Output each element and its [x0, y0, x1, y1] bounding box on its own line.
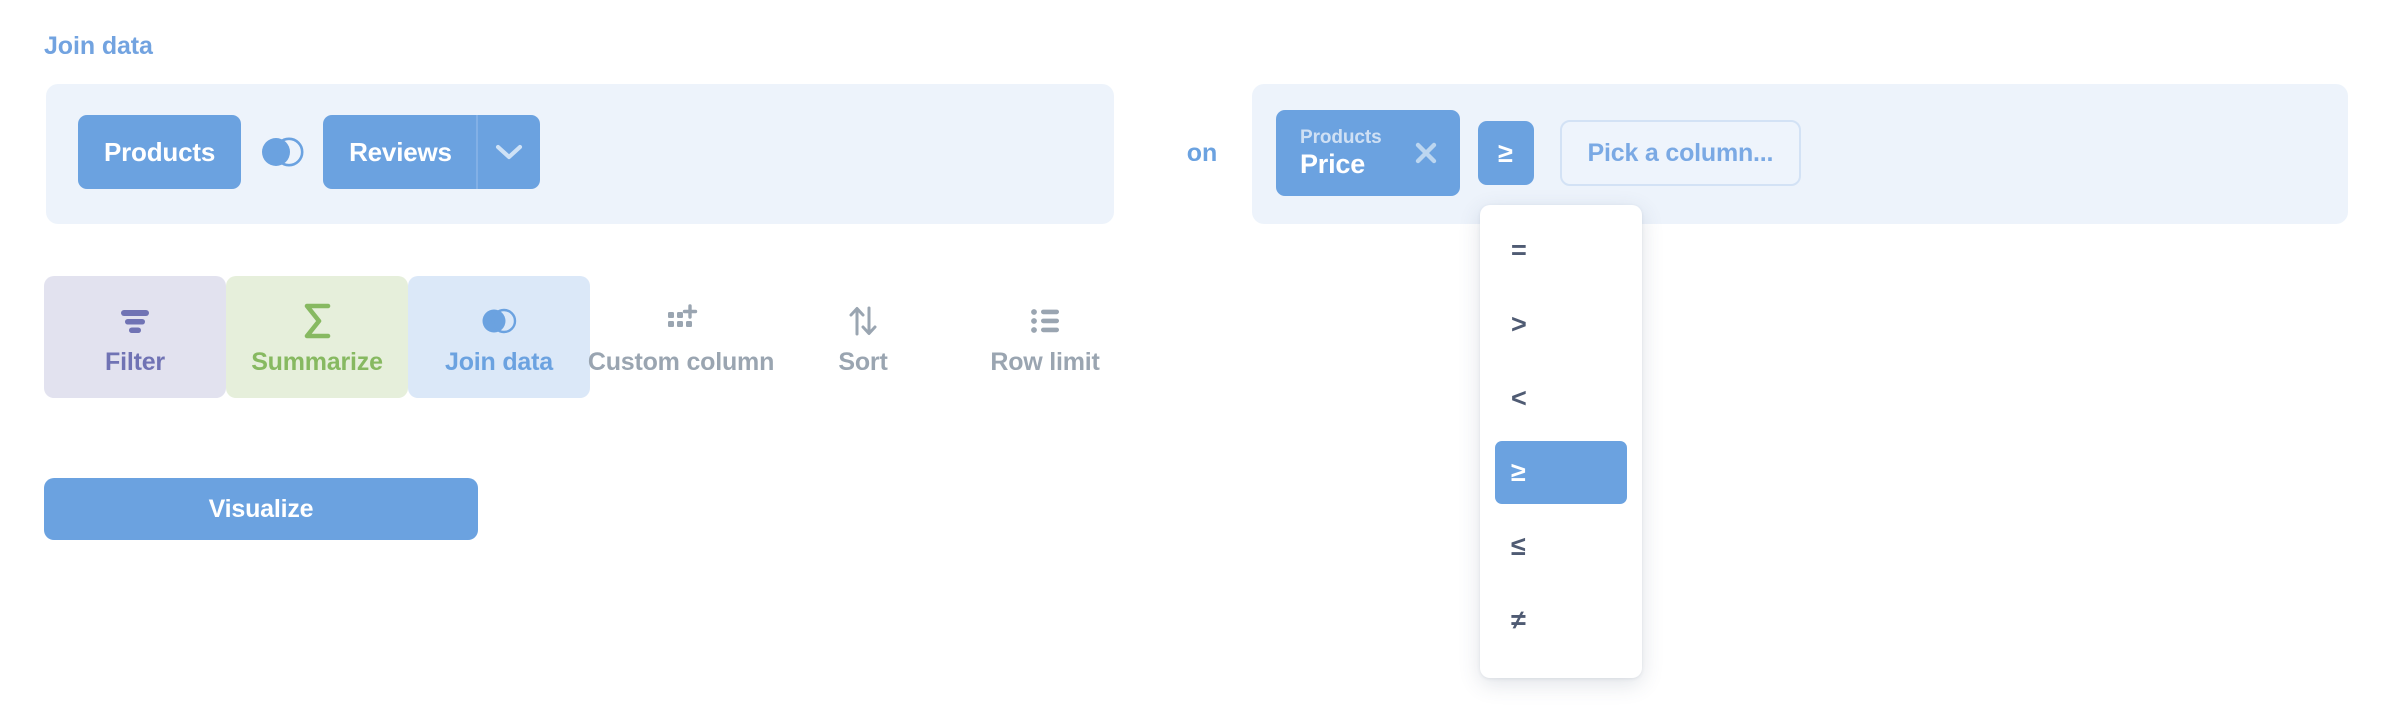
venn-left-join-icon[interactable]	[258, 132, 306, 172]
join-condition-row: Products Price ≥ Pick a column...	[1276, 110, 1802, 196]
list-icon	[1024, 298, 1066, 344]
query-builder-panel: Join data Products Reviews on Products P…	[0, 0, 2388, 726]
join-right-table-split-button[interactable]: Reviews	[323, 115, 540, 189]
operator-menu-item-less-than-or-equal[interactable]: ≤	[1495, 515, 1627, 578]
action-sort-button[interactable]: Sort	[772, 276, 954, 398]
action-sort-label: Sort	[838, 347, 888, 376]
sigma-icon	[297, 298, 337, 344]
action-join-data-button[interactable]: Join data	[408, 276, 590, 398]
visualize-button[interactable]: Visualize	[44, 478, 478, 540]
join-left-column-field: Price	[1300, 148, 1366, 179]
join-operator-button[interactable]: ≥	[1477, 121, 1534, 185]
operator-menu-item-less-than[interactable]: <	[1495, 367, 1627, 430]
chevron-down-icon	[495, 144, 522, 160]
action-row-limit-label: Row limit	[990, 347, 1100, 376]
operator-menu-item-greater-than-or-equal[interactable]: ≥	[1495, 441, 1627, 504]
operator-menu-item-greater-than[interactable]: >	[1495, 293, 1627, 356]
join-left-table-button[interactable]: Products	[78, 115, 242, 189]
grid-plus-icon	[661, 298, 701, 344]
sort-arrows-icon	[841, 298, 885, 344]
operator-menu-item-equals[interactable]: =	[1495, 219, 1627, 282]
operator-dropdown-menu: = > < ≥ ≤ ≠	[1480, 205, 1642, 678]
action-custom-column-button[interactable]: Custom column	[587, 276, 775, 398]
join-right-column-picker[interactable]: Pick a column...	[1559, 120, 1802, 186]
join-left-column-remove-button[interactable]	[1408, 135, 1444, 171]
join-left-column-chip[interactable]: Products Price	[1276, 110, 1460, 196]
action-filter-label: Filter	[105, 347, 165, 376]
join-right-column-placeholder: Pick a column...	[1587, 138, 1774, 167]
page-title: Join data	[44, 32, 153, 60]
action-row-limit-button[interactable]: Row limit	[954, 276, 1136, 398]
join-right-table-label: Reviews	[349, 136, 452, 167]
join-left-column-table: Products	[1300, 127, 1382, 149]
join-condition-strip: Products Price ≥ Pick a column...	[1252, 84, 2348, 224]
venn-join-icon	[477, 298, 521, 344]
join-on-keyword: on	[1186, 138, 1218, 167]
operator-menu-item-not-equal[interactable]: ≠	[1495, 589, 1627, 652]
join-right-table-button[interactable]: Reviews	[323, 115, 476, 189]
action-custom-column-label: Custom column	[587, 347, 775, 376]
join-left-table-label: Products	[104, 136, 216, 167]
action-toolbar: Filter Summarize Join data Custom column…	[44, 276, 1136, 398]
close-icon	[1415, 142, 1436, 164]
action-filter-button[interactable]: Filter	[44, 276, 226, 398]
action-summarize-label: Summarize	[251, 347, 383, 376]
action-join-data-label: Join data	[445, 347, 553, 376]
join-right-table-dropdown-toggle[interactable]	[478, 115, 540, 189]
join-left-column-text: Products Price	[1300, 127, 1382, 179]
join-tables-strip: Products Reviews	[46, 84, 1114, 224]
join-tables-row: Products Reviews	[78, 115, 540, 189]
filter-icon	[115, 298, 155, 344]
action-summarize-button[interactable]: Summarize	[226, 276, 408, 398]
